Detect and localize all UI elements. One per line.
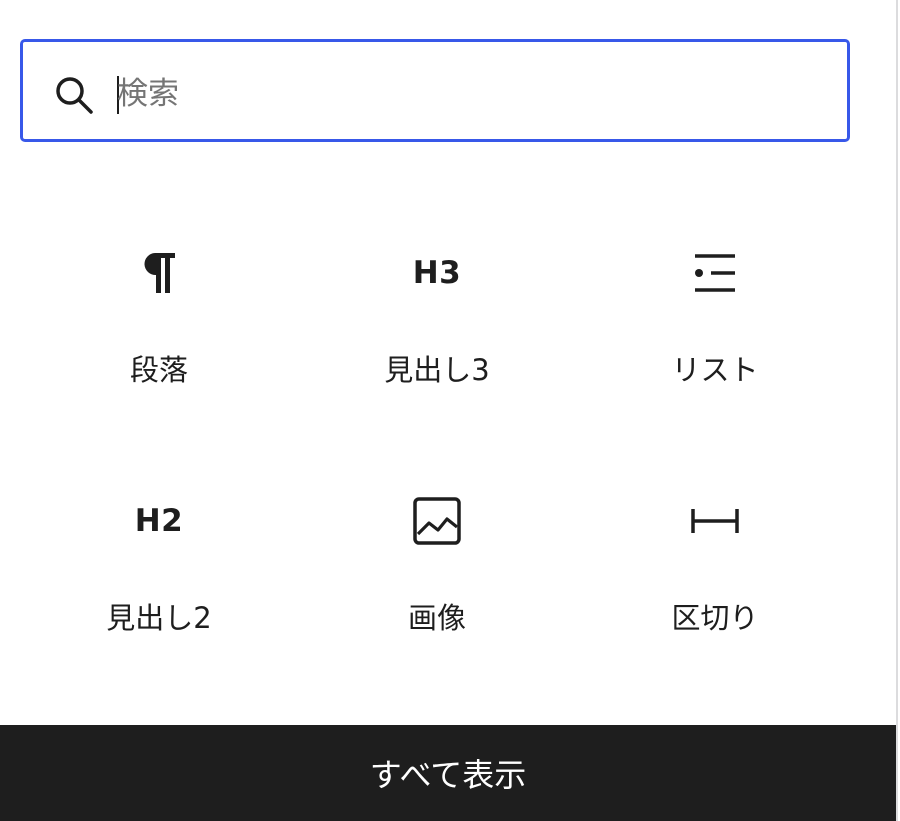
paragraph-icon [129,243,189,303]
image-icon [407,491,467,551]
block-separator[interactable]: 区切り [576,453,854,701]
block-paragraph[interactable]: 段落 [20,205,298,453]
block-label: 区切り [671,601,759,635]
block-heading-3[interactable]: H3 見出し3 [298,205,576,453]
search-box[interactable] [20,39,850,142]
block-label: 段落 [129,353,188,387]
list-icon [685,243,745,303]
block-image[interactable]: 画像 [298,453,576,701]
block-label: 画像 [407,601,466,635]
separator-icon [685,491,745,551]
browse-all-button[interactable]: すべて表示 [0,725,896,821]
search-input[interactable] [117,66,817,122]
block-heading-2[interactable]: H2 見出し2 [20,453,298,701]
browse-all-label: すべて表示 [369,756,527,794]
block-inserter-panel: 段落 H3 見出し3 リスト H2 見出し2 [0,0,898,821]
block-label: 見出し3 [384,353,490,387]
heading-glyph: H2 [134,503,184,539]
block-label: 見出し2 [106,601,212,635]
block-list[interactable]: リスト [576,205,854,453]
heading-3-icon: H3 [407,243,467,303]
search-icon [56,77,93,114]
blocks-grid: 段落 H3 見出し3 リスト H2 見出し2 画像 区切り [20,205,854,701]
heading-glyph: H3 [412,255,462,291]
block-label: リスト [671,353,759,387]
heading-2-icon: H2 [129,491,189,551]
